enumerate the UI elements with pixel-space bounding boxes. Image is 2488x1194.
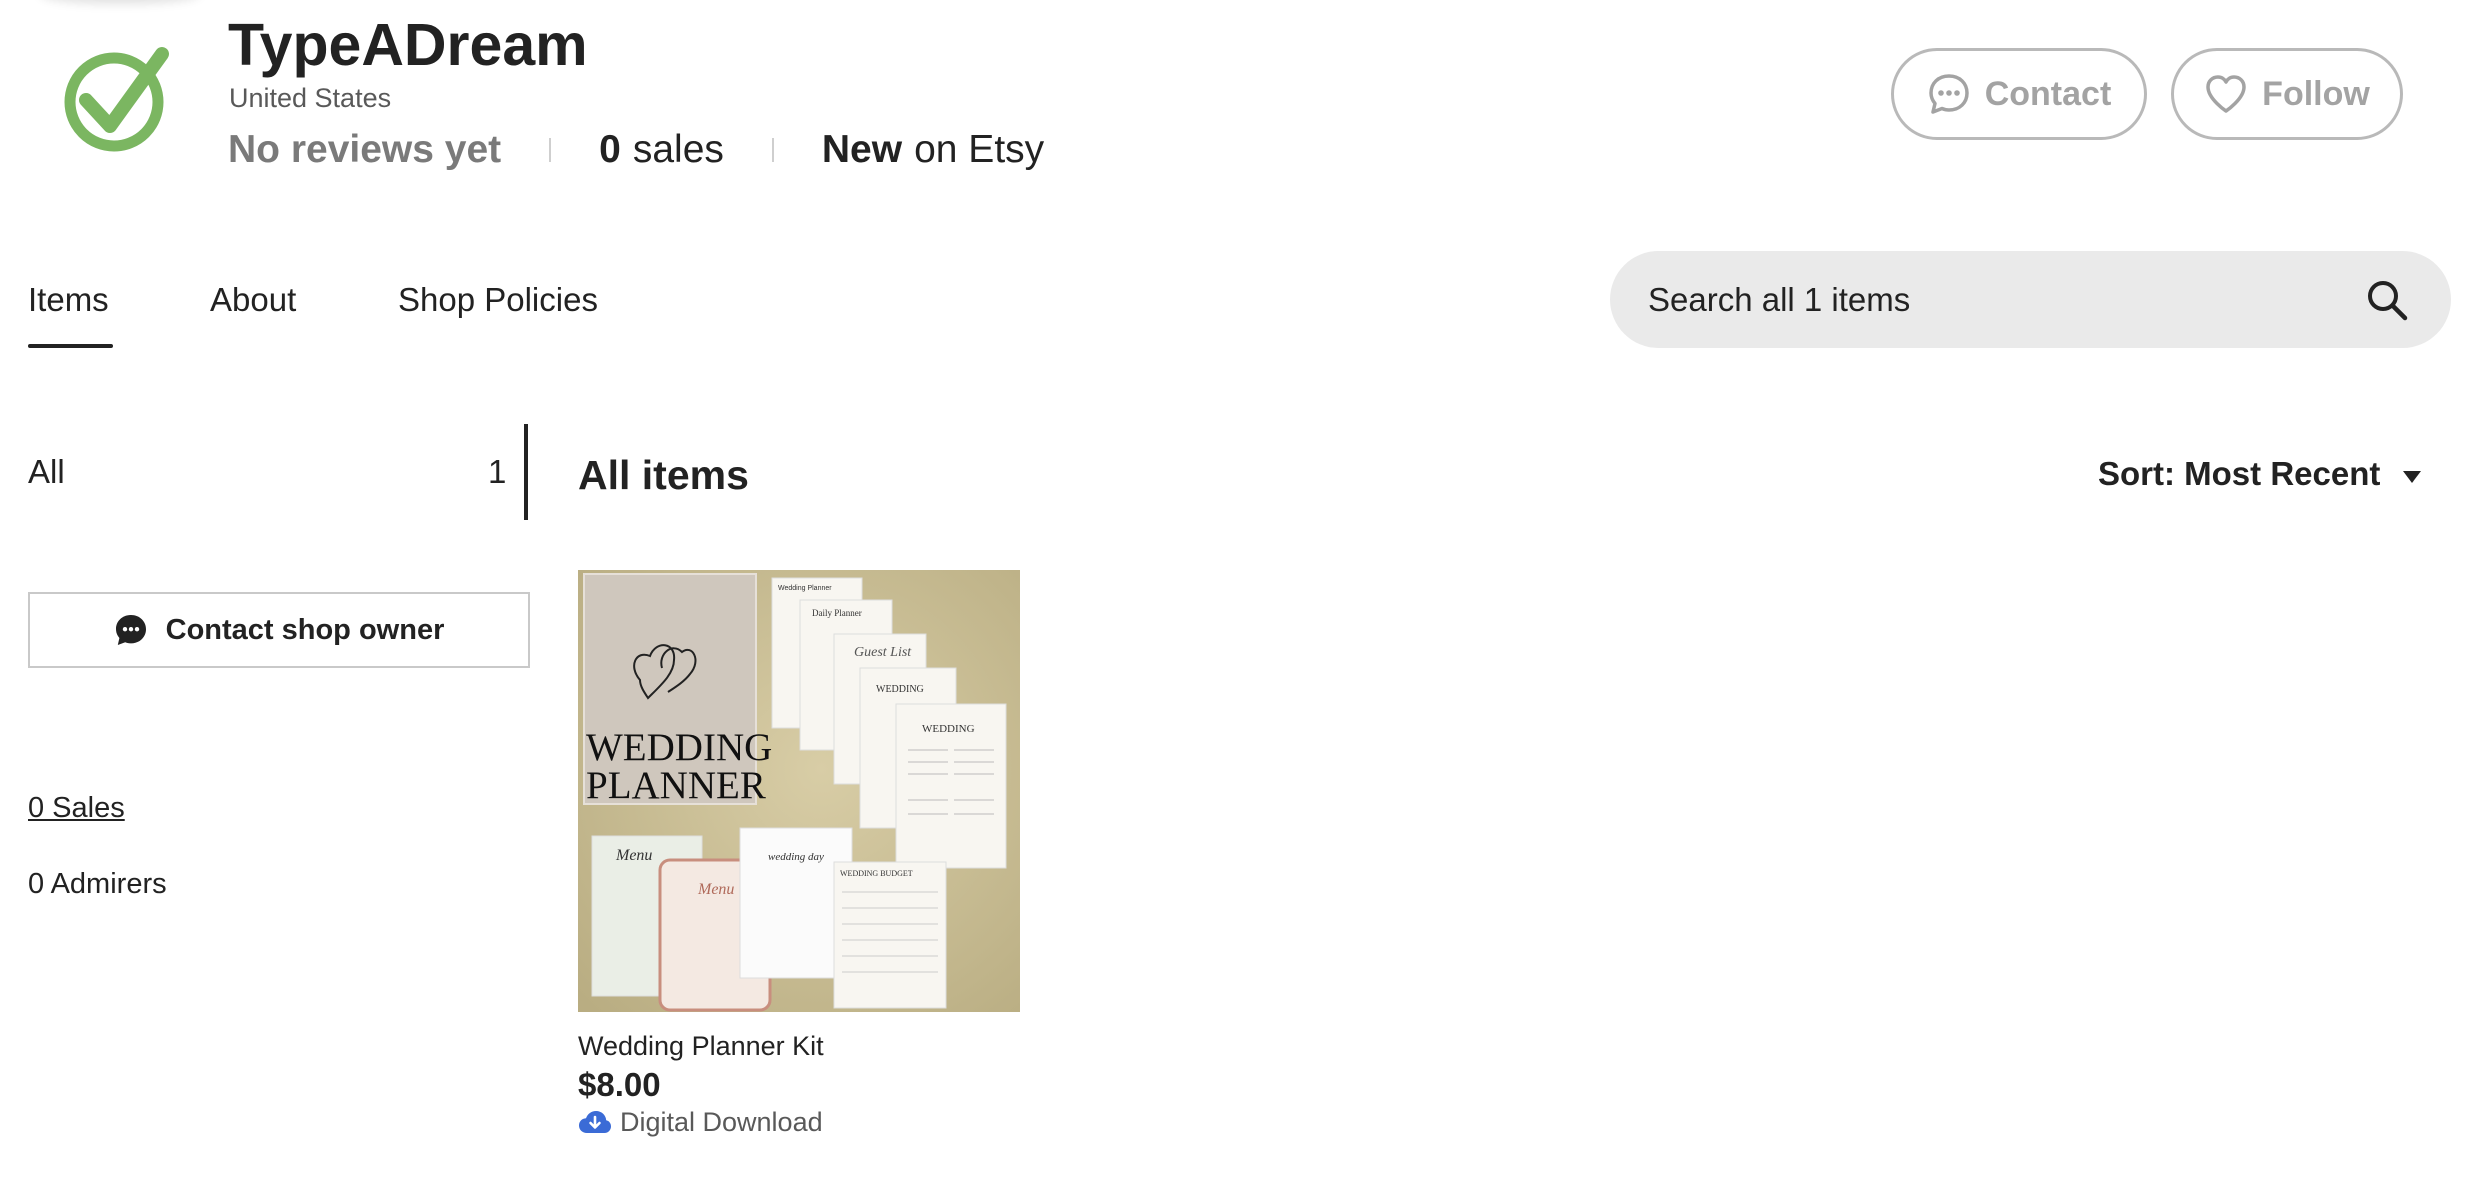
digital-download-badge: Digital Download — [578, 1104, 823, 1140]
shop-logo — [58, 40, 178, 160]
heart-icon — [2206, 75, 2246, 113]
page-label-menu-b: Menu — [697, 881, 734, 898]
contact-shop-owner-label: Contact shop owner — [165, 613, 445, 646]
sort-label: Sort: Most Recent — [2098, 455, 2381, 492]
stat-divider — [549, 138, 552, 162]
cover-text-wedding: WEDDING — [586, 726, 772, 769]
page-label-menu-a: Menu — [615, 847, 652, 864]
tab-about[interactable]: About — [210, 278, 296, 322]
shop-stats: No reviews yet 0 sales New on Etsy — [228, 125, 1044, 175]
search-button[interactable] — [2363, 276, 2411, 324]
page-label-daily-planner: Daily Planner — [812, 608, 862, 618]
chat-bubble-icon — [115, 615, 146, 645]
reviews-status: No reviews yet — [228, 128, 502, 171]
cloud-download-icon — [579, 1111, 611, 1133]
wedding-planner-thumbnail: WEDDING PLANNER Wedding Planner Daily Pl… — [578, 570, 1020, 1012]
page-label-wedding-budget: WEDDING BUDGET — [840, 869, 913, 878]
listing-title[interactable]: Wedding Planner Kit — [578, 1028, 824, 1064]
digital-download-label: Digital Download — [620, 1107, 823, 1137]
sort-dropdown[interactable]: Sort: Most Recent — [2098, 452, 2422, 496]
stat-divider — [771, 138, 774, 162]
listing-price: $8.00 — [578, 1066, 661, 1103]
shop-name: TypeADream — [228, 12, 588, 78]
page-label-wedding-day: wedding day — [768, 851, 824, 863]
sales-link[interactable]: 0 Sales — [28, 788, 125, 828]
shop-location: United States — [229, 83, 392, 113]
follow-button[interactable]: Follow — [2171, 48, 2403, 140]
on-etsy-label: on Etsy — [914, 128, 1045, 171]
cover-text-planner: PLANNER — [586, 764, 766, 807]
category-all-count: 1 — [488, 453, 507, 490]
search-icon — [2368, 280, 2408, 320]
page-label-guest-list: Guest List — [854, 645, 912, 660]
follow-label: Follow — [2262, 74, 2370, 113]
tab-items[interactable]: Items — [28, 278, 109, 322]
new-badge: New — [821, 128, 903, 171]
listing-image[interactable]: WEDDING PLANNER Wedding Planner Daily Pl… — [578, 570, 1020, 1012]
tab-shop-policies[interactable]: Shop Policies — [398, 278, 598, 322]
sales-count: 0 — [599, 128, 621, 171]
checkmark-circle-icon — [64, 47, 169, 152]
search-input[interactable] — [1646, 279, 2363, 320]
page-label-wedding-planner: Wedding Planner — [778, 585, 832, 592]
admirers-count: 0 Admirers — [28, 868, 167, 900]
caret-down-icon — [2403, 471, 2422, 483]
contact-label: Contact — [1984, 74, 2112, 113]
contact-shop-owner-button[interactable]: Contact shop owner — [28, 592, 530, 668]
chat-bubble-icon — [1928, 74, 1969, 114]
sales-label: sales — [632, 128, 724, 171]
search-bar — [1610, 251, 2451, 348]
category-all[interactable]: All — [28, 450, 65, 494]
active-tab-indicator — [28, 344, 113, 348]
page-label-wedding-b: WEDDING — [922, 723, 975, 735]
selected-category-indicator — [524, 424, 528, 520]
contact-button[interactable]: Contact — [1891, 48, 2147, 140]
section-title: All items — [578, 452, 749, 498]
page-label-wedding-a: WEDDING — [876, 684, 924, 695]
